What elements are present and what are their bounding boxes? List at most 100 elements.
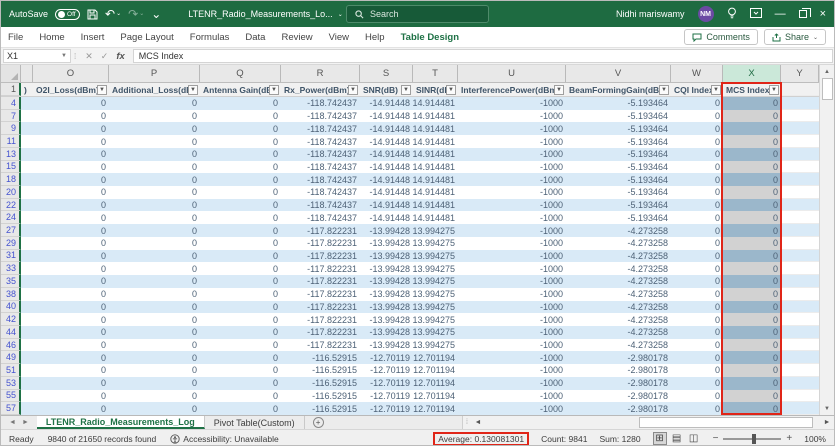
data-cell-empty[interactable] bbox=[781, 402, 819, 415]
data-cell[interactable]: -13.994275 bbox=[413, 301, 458, 314]
tab-scroll-split-handle[interactable]: ⁞ bbox=[463, 416, 471, 429]
page-break-view-icon[interactable]: ◫ bbox=[687, 432, 701, 445]
data-cell-empty[interactable] bbox=[781, 377, 819, 390]
data-cell[interactable]: -117.822231 bbox=[281, 288, 360, 301]
row-number[interactable]: 18 bbox=[1, 173, 21, 186]
data-cell-partial[interactable] bbox=[21, 122, 33, 135]
ribbon-tab-file[interactable]: File bbox=[8, 32, 23, 43]
data-cell[interactable]: -14.91448 bbox=[360, 161, 413, 174]
zoom-slider[interactable] bbox=[723, 438, 781, 440]
data-cell-partial[interactable] bbox=[21, 377, 33, 390]
row-number[interactable]: 15 bbox=[1, 161, 21, 174]
data-cell[interactable]: -116.52915 bbox=[281, 390, 360, 403]
user-name[interactable]: Nidhi mariswamy bbox=[616, 9, 685, 19]
data-cell[interactable]: -117.822231 bbox=[281, 262, 360, 275]
data-cell[interactable]: 0 bbox=[33, 351, 109, 364]
data-cell[interactable]: -4.273258 bbox=[566, 262, 671, 275]
data-cell[interactable]: -12.701194 bbox=[413, 351, 458, 364]
data-cell[interactable]: 0 bbox=[200, 364, 281, 377]
formula-bar-handle[interactable]: ⁞ bbox=[74, 52, 77, 61]
data-cell-partial[interactable] bbox=[21, 275, 33, 288]
new-sheet-button[interactable]: + bbox=[313, 417, 324, 428]
data-cell[interactable]: 0 bbox=[200, 390, 281, 403]
ribbon-tab-help[interactable]: Help bbox=[365, 32, 385, 43]
undo-chevron-icon[interactable]: ⌄ bbox=[116, 11, 121, 17]
ribbon-tab-table-design[interactable]: Table Design bbox=[401, 32, 459, 43]
data-cell[interactable]: -13.994275 bbox=[413, 224, 458, 237]
data-cell[interactable]: 0 bbox=[33, 97, 109, 110]
data-cell[interactable]: 0 bbox=[109, 364, 200, 377]
data-cell[interactable]: -117.822231 bbox=[281, 339, 360, 352]
data-cell[interactable]: 0 bbox=[33, 211, 109, 224]
data-cell[interactable]: 0 bbox=[671, 313, 723, 326]
data-cell[interactable]: 0 bbox=[671, 237, 723, 250]
data-cell[interactable]: 0 bbox=[671, 161, 723, 174]
data-cell[interactable]: -118.742437 bbox=[281, 110, 360, 123]
data-cell[interactable]: -4.273258 bbox=[566, 250, 671, 263]
restore-button[interactable] bbox=[799, 10, 807, 18]
accessibility-status[interactable]: Accessibility: Unavailable bbox=[183, 434, 278, 444]
sheet-nav-right-icon[interactable]: ► bbox=[22, 419, 29, 426]
data-cell-partial[interactable] bbox=[21, 148, 33, 161]
data-cell-empty[interactable] bbox=[781, 262, 819, 275]
data-cell[interactable]: 0 bbox=[200, 161, 281, 174]
horizontal-scrollbar[interactable]: ⁞ ◄ ► bbox=[462, 416, 834, 429]
data-cell[interactable]: -1000 bbox=[458, 173, 566, 186]
data-cell[interactable]: -1000 bbox=[458, 301, 566, 314]
data-cell[interactable]: -118.742437 bbox=[281, 199, 360, 212]
data-cell[interactable]: -13.994275 bbox=[413, 275, 458, 288]
data-cell[interactable]: -1000 bbox=[458, 110, 566, 123]
data-cell[interactable]: -1000 bbox=[458, 262, 566, 275]
data-cell[interactable]: -14.91448 bbox=[360, 199, 413, 212]
data-cell[interactable]: 0 bbox=[200, 262, 281, 275]
data-cell[interactable]: 0 bbox=[671, 402, 723, 415]
data-cell[interactable]: 0 bbox=[671, 97, 723, 110]
row-number[interactable]: 29 bbox=[1, 237, 21, 250]
row-number[interactable]: 31 bbox=[1, 250, 21, 263]
name-box[interactable]: X1▼ bbox=[3, 49, 71, 63]
data-cell-partial[interactable] bbox=[21, 199, 33, 212]
data-cell[interactable]: 0 bbox=[33, 262, 109, 275]
data-cell[interactable]: 0 bbox=[671, 224, 723, 237]
data-cell[interactable]: 0 bbox=[200, 301, 281, 314]
data-cell[interactable]: 0 bbox=[671, 110, 723, 123]
data-cell[interactable]: 0 bbox=[723, 148, 781, 161]
data-cell[interactable]: -1000 bbox=[458, 275, 566, 288]
data-cell[interactable]: -1000 bbox=[458, 122, 566, 135]
data-cell-partial[interactable] bbox=[21, 390, 33, 403]
zoom-in-icon[interactable]: + bbox=[786, 433, 792, 444]
insert-function-icon[interactable]: fx bbox=[116, 51, 124, 62]
scroll-right-icon[interactable]: ► bbox=[820, 416, 834, 429]
data-cell[interactable]: -118.742437 bbox=[281, 97, 360, 110]
data-cell[interactable]: 0 bbox=[723, 301, 781, 314]
data-cell[interactable]: 0 bbox=[200, 224, 281, 237]
data-cell[interactable]: 0 bbox=[200, 339, 281, 352]
data-cell[interactable]: -4.273258 bbox=[566, 237, 671, 250]
data-cell[interactable]: 0 bbox=[33, 275, 109, 288]
data-cell[interactable]: -12.701194 bbox=[413, 390, 458, 403]
data-cell[interactable]: -116.52915 bbox=[281, 351, 360, 364]
data-cell[interactable]: 0 bbox=[109, 186, 200, 199]
data-cell[interactable]: -117.822231 bbox=[281, 224, 360, 237]
data-cell[interactable]: 0 bbox=[200, 351, 281, 364]
data-cell[interactable]: 0 bbox=[671, 148, 723, 161]
data-cell[interactable]: -1000 bbox=[458, 402, 566, 415]
data-cell[interactable]: -14.914481 bbox=[413, 211, 458, 224]
data-cell[interactable]: -5.193464 bbox=[566, 199, 671, 212]
data-cell[interactable]: -4.273258 bbox=[566, 326, 671, 339]
data-cell[interactable]: -4.273258 bbox=[566, 224, 671, 237]
data-cell[interactable]: -13.99428 bbox=[360, 326, 413, 339]
data-cell[interactable]: -118.742437 bbox=[281, 122, 360, 135]
data-cell[interactable]: 0 bbox=[200, 377, 281, 390]
data-cell[interactable]: 0 bbox=[723, 161, 781, 174]
zoom-out-icon[interactable]: − bbox=[713, 433, 719, 444]
ribbon-tab-view[interactable]: View bbox=[329, 32, 349, 43]
data-cell-empty[interactable] bbox=[781, 211, 819, 224]
data-cell[interactable]: 0 bbox=[671, 250, 723, 263]
data-cell-partial[interactable] bbox=[21, 250, 33, 263]
row-number[interactable]: 53 bbox=[1, 377, 21, 390]
data-cell-partial[interactable] bbox=[21, 262, 33, 275]
data-cell-partial[interactable] bbox=[21, 211, 33, 224]
data-cell[interactable]: -14.914481 bbox=[413, 199, 458, 212]
filter-dropdown-icon[interactable]: ▼ bbox=[711, 85, 721, 95]
